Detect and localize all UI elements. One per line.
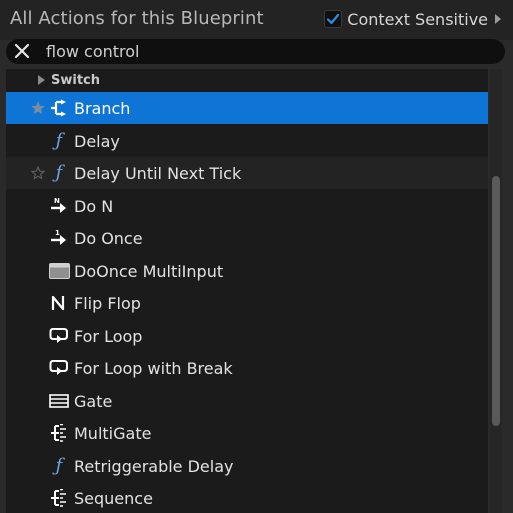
loop-icon [49,327,69,345]
actions-list: Switch Branch ƒ Delay ƒ Delay Until Next… [6,69,488,513]
branch-icon [50,99,68,117]
item-label: Do N [74,196,114,216]
flip-flop-icon [50,294,68,312]
svg-text:N: N [54,197,60,205]
do-n-icon: N [50,197,68,215]
list-item-gate[interactable]: Gate [6,385,488,417]
item-label: Do Once [74,228,143,248]
favorite-star-outline-icon[interactable] [31,166,45,180]
do-once-icon: 1 [50,229,68,247]
item-label: Retriggerable Delay [74,456,234,476]
function-icon: ƒ [55,130,63,151]
list-item-do-once[interactable]: 1 Do Once [6,222,488,254]
expand-arrow-icon[interactable] [38,75,45,85]
clear-search-icon[interactable] [14,43,30,59]
item-label: For Loop [74,326,143,346]
category-switch[interactable]: Switch [6,69,488,91]
item-label: Gate [74,391,113,411]
list-item-for-loop-with-break[interactable]: For Loop with Break [6,352,488,384]
panel-title: All Actions for this Blueprint [10,8,264,29]
item-label: For Loop with Break [74,358,233,378]
gate-icon [49,392,69,410]
search-input[interactable] [46,41,486,61]
multigate-icon [50,424,68,442]
checkmark-icon [327,13,340,25]
scrollbar-thumb[interactable] [492,176,500,426]
caret-right-icon[interactable] [495,14,501,24]
item-label: Delay [74,131,120,151]
context-sensitive-toggle[interactable]: Context Sensitive [324,9,501,29]
function-icon: ƒ [55,162,63,183]
item-label: DoOnce MultiInput [74,261,224,281]
list-item-delay-until-next-tick[interactable]: ƒ Delay Until Next Tick [6,157,488,189]
item-label: MultiGate [74,423,152,443]
item-label: Delay Until Next Tick [74,163,242,183]
context-sensitive-label: Context Sensitive [347,9,488,29]
list-item-branch[interactable]: Branch [6,92,488,124]
list-item-do-n[interactable]: N Do N [6,190,488,222]
item-label: Branch [74,98,131,118]
list-item-delay[interactable]: ƒ Delay [6,125,488,157]
context-sensitive-checkbox[interactable] [324,10,343,28]
list-item-flip-flop[interactable]: Flip Flop [6,287,488,319]
search-box[interactable] [6,39,505,64]
macro-node-icon [49,262,70,280]
function-icon: ƒ [55,455,63,476]
list-item-retriggerable-delay[interactable]: ƒ Retriggerable Delay [6,450,488,482]
item-label: Sequence [74,488,153,508]
panel-header: All Actions for this Blueprint Context S… [0,0,513,40]
list-item-multigate[interactable]: MultiGate [6,417,488,449]
svg-text:1: 1 [55,229,60,237]
favorite-star-icon[interactable] [31,101,45,115]
item-label: Flip Flop [74,293,141,313]
sequence-icon [50,489,68,507]
category-label: Switch [51,72,101,88]
loop-icon [49,359,69,377]
list-item-sequence[interactable]: Sequence [6,482,488,513]
list-item-for-loop[interactable]: For Loop [6,320,488,352]
list-item-doonce-multiinput[interactable]: DoOnce MultiInput [6,255,488,287]
